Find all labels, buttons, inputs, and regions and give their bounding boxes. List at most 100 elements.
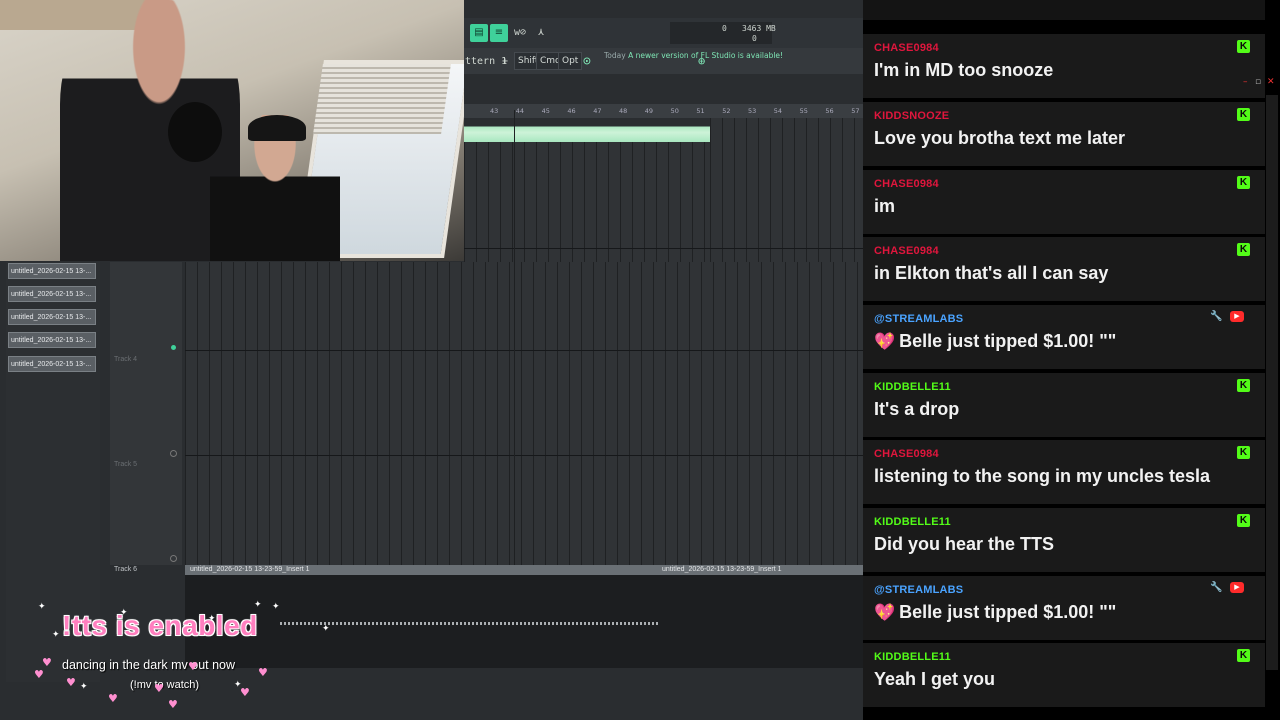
kick-badge-icon: K xyxy=(1237,40,1250,53)
chat-text: Did you hear the TTS xyxy=(874,534,1055,554)
kick-badge-icon: K xyxy=(1237,379,1250,392)
chat-text: I'm in MD too snooze xyxy=(874,60,1054,80)
antenna-icon[interactable]: ⋏ xyxy=(538,27,544,38)
browser-item[interactable]: untitled_2026-02-15 13-... xyxy=(8,309,96,325)
kick-badge-icon: K xyxy=(1237,243,1250,256)
chat-message: CHASE0984 in Elkton that's all I can say… xyxy=(863,237,1265,301)
track-5-enabled-dot[interactable] xyxy=(170,450,177,457)
wave-icon[interactable]: w⊘ xyxy=(514,27,526,38)
chat-message: @STREAMLABS 💖 Belle just tipped $1.00! ""… xyxy=(863,305,1265,369)
notice-text: A newer version of FL Studio is availabl… xyxy=(628,51,784,60)
chat-username[interactable]: @STREAMLABS xyxy=(874,313,963,325)
browser-item[interactable]: untitled_2026-02-15 13-... xyxy=(8,356,96,372)
chat-username[interactable]: CHASE0984 xyxy=(874,42,939,54)
sparkle-icon: ✦ xyxy=(234,680,242,690)
ruler-tick-label: 47 xyxy=(593,107,602,115)
chat-text: listening to the song in my uncles tesla xyxy=(874,466,1211,486)
chat-message: KIDDBELLE11 Yeah I get you K xyxy=(863,643,1265,707)
track-5-label[interactable]: Track 5 xyxy=(114,461,137,468)
daw-scrollbar[interactable] xyxy=(1266,95,1278,670)
heart-icon: ♥ xyxy=(66,676,76,689)
audio-clip-label: untitled_2026-02-15 13-23-59_Insert 1 xyxy=(190,566,310,573)
ruler-tick-label: 45 xyxy=(541,107,550,115)
youtube-icon: ▶ xyxy=(1230,582,1244,593)
chat-text: It's a drop xyxy=(874,399,960,419)
sparkle-icon: ✦ xyxy=(322,624,330,634)
add-pattern-button[interactable]: + xyxy=(502,56,508,67)
chat-username[interactable]: @STREAMLABS xyxy=(874,584,963,596)
browser-item[interactable]: untitled_2026-02-15 13-... xyxy=(8,332,96,348)
youtube-icon: ▶ xyxy=(1230,311,1244,322)
chat-text-body: Belle just tipped $1.00! "" xyxy=(899,602,1117,622)
ruler-tick-label: 44 xyxy=(515,107,525,115)
track-divider xyxy=(185,455,864,456)
track-6-label[interactable]: Track 6 xyxy=(114,566,137,573)
sparkling-heart-icon: 💖 xyxy=(874,603,896,623)
chat-message: CHASE0984 im K xyxy=(863,170,1265,234)
globe-icon[interactable]: ⊕ xyxy=(698,54,705,68)
chat-message: KIDDSNOOZE Love you brotha text me later… xyxy=(863,102,1265,166)
chat-username[interactable]: CHASE0984 xyxy=(874,448,939,460)
pattern-selector[interactable]: ttern 1 xyxy=(465,56,507,67)
mixer-view-button[interactable]: ≡ xyxy=(490,24,508,42)
playlist-view-button[interactable]: ▤ xyxy=(470,24,488,42)
sparkle-icon: ✦ xyxy=(208,614,216,624)
update-notice[interactable]: Today A newer version of FL Studio is av… xyxy=(604,51,783,61)
wrench-icon: 🔧 xyxy=(1210,311,1223,322)
sparkle-icon: ✦ xyxy=(80,682,88,692)
opt-key-button[interactable]: Opt xyxy=(558,52,583,70)
ruler-tick-label: 56 xyxy=(825,107,834,115)
sparkle-icon: ✦ xyxy=(254,600,262,610)
chat-text: Love you brotha text me later xyxy=(874,128,1126,148)
sparkle-icon: ✦ xyxy=(272,602,280,612)
chat-username[interactable]: CHASE0984 xyxy=(874,245,939,257)
track-divider xyxy=(464,248,864,249)
chat-header-bar xyxy=(863,0,1265,20)
cpu-bottom-value: 0 xyxy=(752,34,757,43)
chat-message: CHASE0984 I'm in MD too snooze K xyxy=(863,34,1265,98)
close-icon[interactable]: ✕ xyxy=(1267,77,1275,87)
chat-username[interactable]: KIDDBELLE11 xyxy=(874,381,951,393)
chat-username[interactable]: KIDDSNOOZE xyxy=(874,110,949,122)
minimize-icon[interactable]: – xyxy=(1243,77,1248,87)
playhead[interactable] xyxy=(514,110,515,565)
ruler-tick-label: 57 xyxy=(851,107,860,115)
browser-item[interactable]: untitled_2026-02-15 13-... xyxy=(8,263,96,279)
chat-message: @STREAMLABS 💖 Belle just tipped $1.00! ""… xyxy=(863,576,1265,640)
ruler-tick-label: 53 xyxy=(748,107,757,115)
playlist-grid[interactable] xyxy=(185,262,864,567)
ruler-tick-label: 49 xyxy=(644,107,654,115)
chat-username[interactable]: CHASE0984 xyxy=(874,178,939,190)
sparkle-icon: ✦ xyxy=(38,602,46,612)
tts-enabled-banner: !tts is enabled xyxy=(62,610,258,641)
audio-clip-waveform-top[interactable] xyxy=(464,118,710,142)
kick-badge-icon: K xyxy=(1237,649,1250,662)
track-6-enabled-dot[interactable] xyxy=(170,555,177,562)
wrench-icon: 🔧 xyxy=(1210,582,1223,593)
memory-readout: 3463 MB xyxy=(742,24,776,33)
restore-icon[interactable]: ▫ xyxy=(1255,77,1261,87)
heart-icon: ♥ xyxy=(34,668,44,681)
playlist-grid-top-left[interactable] xyxy=(464,142,710,262)
chat-text: im xyxy=(874,196,896,216)
chat-username[interactable]: KIDDBELLE11 xyxy=(874,516,951,528)
track-4-enabled-dot[interactable] xyxy=(171,345,176,350)
chat-text: Yeah I get you xyxy=(874,669,996,689)
sparkling-heart-icon: 💖 xyxy=(874,332,896,352)
track-headers xyxy=(110,262,182,567)
chat-text: 💖 Belle just tipped $1.00! "" xyxy=(874,602,1116,623)
track-4-label[interactable]: Track 4 xyxy=(114,356,137,363)
playlist-grid-top[interactable] xyxy=(710,118,864,262)
notice-today: Today xyxy=(604,51,626,60)
chat-message: CHASE0984 listening to the song in my un… xyxy=(863,440,1265,504)
chat-username[interactable]: KIDDBELLE11 xyxy=(874,651,951,663)
mv-command-hint: (!mv to watch) xyxy=(130,679,200,691)
sparkle-icon: ✦ xyxy=(52,630,60,640)
streamlabs-badges: 🔧 ▶ xyxy=(1210,311,1250,324)
browser-item[interactable]: untitled_2026-02-15 13-... xyxy=(8,286,96,302)
ruler-tick-label: 54 xyxy=(773,107,783,115)
ruler-tick-label: 52 xyxy=(722,107,731,115)
kick-badge-icon: K xyxy=(1237,446,1250,459)
update-clock-icon[interactable]: ⊙ xyxy=(583,54,591,69)
heart-icon: ♥ xyxy=(154,682,164,695)
